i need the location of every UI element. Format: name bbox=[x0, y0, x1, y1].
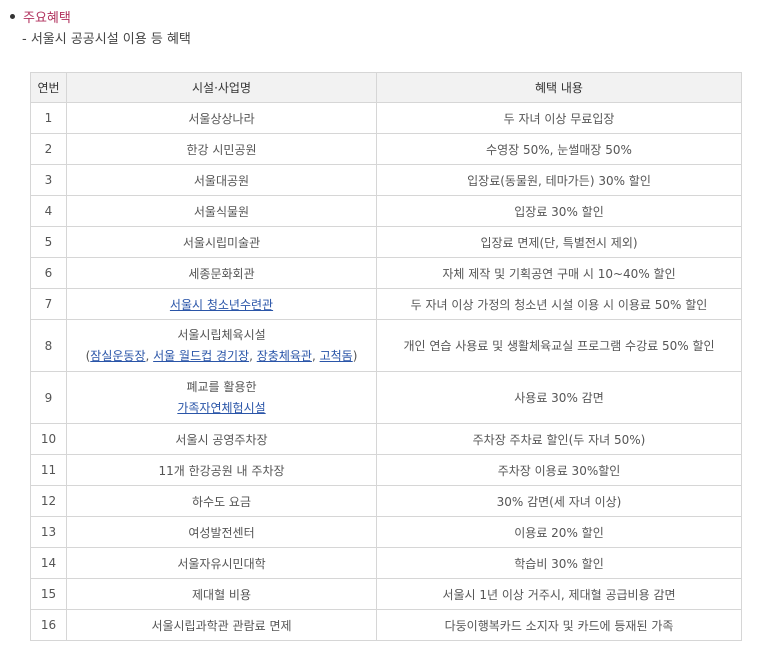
cell-facility: 서울시 청소년수련관 bbox=[66, 288, 377, 320]
cell-no: 5 bbox=[30, 226, 67, 258]
worldcup-stadium-link[interactable]: 서울 월드컵 경기장 bbox=[153, 349, 249, 363]
table-header-row: 연번 시설·사업명 혜택 내용 bbox=[30, 72, 742, 103]
cell-benefit: 이용료 20% 할인 bbox=[376, 516, 742, 548]
cell-benefit: 두 자녀 이상 무료입장 bbox=[376, 102, 742, 134]
table-row: 16 서울시립과학관 관람료 면제 다둥이행복카드 소지자 및 카드에 등재된 … bbox=[30, 609, 742, 641]
table-row: 7 서울시 청소년수련관 두 자녀 이상 가정의 청소년 시설 이용 시 이용료… bbox=[30, 288, 742, 320]
separator: , bbox=[145, 348, 154, 363]
facility-link-line: 가족자연체험시설 bbox=[71, 398, 372, 419]
nature-experience-link[interactable]: 가족자연체험시설 bbox=[177, 401, 265, 415]
jangchung-gym-link[interactable]: 장충체육관 bbox=[257, 349, 312, 363]
cell-facility: 서울시 공영주차장 bbox=[66, 423, 377, 455]
cell-no: 2 bbox=[30, 133, 67, 165]
bullet-icon bbox=[10, 14, 15, 19]
page: 주요혜택 - 서울시 공공시설 이용 등 혜택 연번 시설·사업명 혜택 내용 … bbox=[0, 0, 761, 651]
cell-facility: 한강 시민공원 bbox=[66, 133, 377, 165]
table-row: 2 한강 시민공원 수영장 50%, 눈썰매장 50% bbox=[30, 133, 742, 165]
cell-benefit: 서울시 1년 이상 거주시, 제대혈 공급비용 감면 bbox=[376, 578, 742, 610]
table-row: 15 제대혈 비용 서울시 1년 이상 거주시, 제대혈 공급비용 감면 bbox=[30, 578, 742, 610]
paren-close: ) bbox=[352, 348, 358, 363]
cell-benefit: 주차장 주차료 할인(두 자녀 50%) bbox=[376, 423, 742, 455]
table-row: 5 서울시립미술관 입장료 면제(단, 특별전시 제외) bbox=[30, 226, 742, 258]
table-row: 14 서울자유시민대학 학습비 30% 할인 bbox=[30, 547, 742, 579]
cell-benefit: 입장료 30% 할인 bbox=[376, 195, 742, 227]
section-title: 주요혜택 bbox=[23, 10, 71, 26]
cell-facility: 서울식물원 bbox=[66, 195, 377, 227]
cell-benefit: 두 자녀 이상 가정의 청소년 시설 이용 시 이용료 50% 할인 bbox=[376, 288, 742, 320]
facility-name: 폐교를 활용한 bbox=[186, 379, 257, 394]
separator: , bbox=[311, 348, 320, 363]
cell-no: 13 bbox=[30, 516, 67, 548]
cell-benefit: 학습비 30% 할인 bbox=[376, 547, 742, 579]
table-row: 11 11개 한강공원 내 주차장 주차장 이용료 30%할인 bbox=[30, 454, 742, 486]
cell-benefit: 30% 감면(세 자녀 이상) bbox=[376, 485, 742, 517]
header-facility: 시설·사업명 bbox=[66, 72, 377, 103]
cell-benefit: 사용료 30% 감면 bbox=[376, 371, 742, 424]
cell-no: 10 bbox=[30, 423, 67, 455]
cell-no: 14 bbox=[30, 547, 67, 579]
cell-no: 16 bbox=[30, 609, 67, 641]
cell-benefit: 수영장 50%, 눈썰매장 50% bbox=[376, 133, 742, 165]
cell-facility: 서울시립과학관 관람료 면제 bbox=[66, 609, 377, 641]
cell-facility: 제대혈 비용 bbox=[66, 578, 377, 610]
separator: , bbox=[249, 348, 257, 363]
table-row: 12 하수도 요금 30% 감면(세 자녀 이상) bbox=[30, 485, 742, 517]
header-benefit: 혜택 내용 bbox=[376, 72, 742, 103]
cell-facility: 하수도 요금 bbox=[66, 485, 377, 517]
cell-no: 15 bbox=[30, 578, 67, 610]
cell-no: 7 bbox=[30, 288, 67, 320]
table-row: 1 서울상상나라 두 자녀 이상 무료입장 bbox=[30, 102, 742, 134]
cell-no: 6 bbox=[30, 257, 67, 289]
cell-no: 9 bbox=[30, 371, 67, 424]
section-subtitle: - 서울시 공공시설 이용 등 혜택 bbox=[22, 32, 191, 47]
cell-benefit: 입장료 면제(단, 특별전시 제외) bbox=[376, 226, 742, 258]
cell-facility: 서울시립미술관 bbox=[66, 226, 377, 258]
table-row: 6 세종문화회관 자체 제작 및 기획공연 구매 시 10~40% 할인 bbox=[30, 257, 742, 289]
gocheok-dome-link[interactable]: 고척돔 bbox=[320, 349, 353, 363]
cell-no: 12 bbox=[30, 485, 67, 517]
table-row: 4 서울식물원 입장료 30% 할인 bbox=[30, 195, 742, 227]
benefits-table: 연번 시설·사업명 혜택 내용 1 서울상상나라 두 자녀 이상 무료입장 2 … bbox=[30, 72, 742, 641]
table-row: 13 여성발전센터 이용료 20% 할인 bbox=[30, 516, 742, 548]
section-heading: 주요혜택 bbox=[10, 6, 71, 26]
table-row: 9 폐교를 활용한 가족자연체험시설 사용료 30% 감면 bbox=[30, 371, 742, 424]
cell-benefit: 개인 연습 사용료 및 생활체육교실 프로그램 수강료 50% 할인 bbox=[376, 319, 742, 372]
cell-facility: 세종문화회관 bbox=[66, 257, 377, 289]
cell-facility: 폐교를 활용한 가족자연체험시설 bbox=[66, 371, 377, 424]
cell-no: 11 bbox=[30, 454, 67, 486]
cell-benefit: 다둥이행복카드 소지자 및 카드에 등재된 가족 bbox=[376, 609, 742, 641]
cell-facility: 11개 한강공원 내 주차장 bbox=[66, 454, 377, 486]
cell-facility: 서울시립체육시설 (잠실운동장, 서울 월드컵 경기장, 장충체육관, 고척돔) bbox=[66, 319, 377, 372]
cell-no: 3 bbox=[30, 164, 67, 196]
cell-facility: 여성발전센터 bbox=[66, 516, 377, 548]
cell-benefit: 자체 제작 및 기획공연 구매 시 10~40% 할인 bbox=[376, 257, 742, 289]
cell-no: 8 bbox=[30, 319, 67, 372]
facility-sub-links: (잠실운동장, 서울 월드컵 경기장, 장충체육관, 고척돔) bbox=[71, 346, 372, 367]
cell-facility: 서울상상나라 bbox=[66, 102, 377, 134]
cell-facility: 서울대공원 bbox=[66, 164, 377, 196]
table-row: 3 서울대공원 입장료(동물원, 테마가든) 30% 할인 bbox=[30, 164, 742, 196]
youth-center-link[interactable]: 서울시 청소년수련관 bbox=[170, 298, 273, 312]
jamsil-stadium-link[interactable]: 잠실운동장 bbox=[90, 349, 145, 363]
table-row: 10 서울시 공영주차장 주차장 주차료 할인(두 자녀 50%) bbox=[30, 423, 742, 455]
cell-facility: 서울자유시민대학 bbox=[66, 547, 377, 579]
cell-benefit: 주차장 이용료 30%할인 bbox=[376, 454, 742, 486]
cell-no: 4 bbox=[30, 195, 67, 227]
table-row: 8 서울시립체육시설 (잠실운동장, 서울 월드컵 경기장, 장충체육관, 고척… bbox=[30, 319, 742, 372]
cell-benefit: 입장료(동물원, 테마가든) 30% 할인 bbox=[376, 164, 742, 196]
header-no: 연번 bbox=[30, 72, 67, 103]
facility-name: 서울시립체육시설 bbox=[177, 327, 266, 342]
cell-no: 1 bbox=[30, 102, 67, 134]
